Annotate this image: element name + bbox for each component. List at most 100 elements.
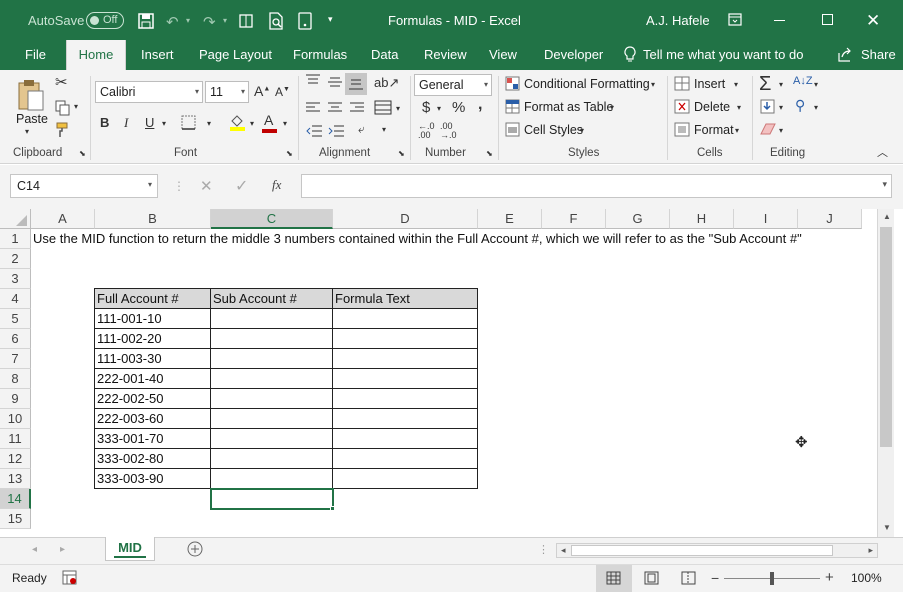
split-handle-icon[interactable]: ⋮ [538, 543, 549, 556]
chevron-down-icon[interactable]: ▾ [737, 104, 741, 112]
tab-view[interactable]: View [489, 40, 517, 70]
ribbon-display-icon[interactable] [728, 13, 742, 26]
format-painter-icon[interactable] [55, 122, 71, 138]
column-header-f[interactable]: F [542, 209, 606, 229]
fill-handle[interactable] [330, 506, 335, 511]
table-row-sub-account[interactable] [211, 329, 333, 349]
find-dropdown-icon[interactable]: ▾ [814, 104, 818, 112]
column-header-e[interactable]: E [478, 209, 542, 229]
row-header-3[interactable]: 3 [0, 269, 31, 289]
cut-icon[interactable]: ✂ [55, 75, 68, 90]
column-header-a[interactable]: A [31, 209, 95, 229]
next-sheet-icon[interactable]: ▸ [60, 544, 65, 555]
row-header-8[interactable]: 8 [0, 369, 31, 389]
table-row-full-account[interactable]: 222-001-40 [95, 369, 211, 389]
scroll-up-icon[interactable]: ▲ [883, 212, 891, 221]
align-center-icon[interactable] [328, 102, 342, 114]
selected-cell-c14[interactable] [210, 488, 334, 510]
share-icon[interactable] [837, 47, 853, 62]
table-row-formula-text[interactable] [333, 309, 478, 329]
undo-dropdown-icon[interactable]: ▾ [186, 16, 190, 25]
table-row-full-account[interactable]: 333-001-70 [95, 429, 211, 449]
format-cells-icon[interactable] [674, 122, 690, 137]
tab-page-layout[interactable]: Page Layout [199, 40, 272, 70]
table-row-formula-text[interactable] [333, 409, 478, 429]
fill-dropdown-icon[interactable]: ▾ [779, 104, 783, 112]
confirm-entry-icon[interactable]: ✓ [235, 176, 248, 196]
table-row-formula-text[interactable] [333, 369, 478, 389]
tab-file[interactable]: File [25, 40, 46, 70]
row-header-11[interactable]: 11 [0, 429, 31, 449]
chevron-down-icon[interactable]: ▾ [651, 81, 655, 89]
number-format-combo[interactable]: General ▾ [414, 74, 492, 96]
font-launcher-icon[interactable]: ⬊ [286, 150, 293, 158]
table-row-full-account[interactable]: 222-003-60 [95, 409, 211, 429]
table-row-full-account[interactable]: 222-002-50 [95, 389, 211, 409]
italic-button[interactable]: I [124, 116, 128, 129]
autosum-icon[interactable]: Σ [759, 74, 771, 94]
table-row-sub-account[interactable] [211, 429, 333, 449]
macro-record-icon[interactable] [62, 570, 77, 585]
table-row-sub-account[interactable] [211, 469, 333, 489]
table-row-sub-account[interactable] [211, 449, 333, 469]
horizontal-scroll-thumb[interactable] [571, 545, 833, 556]
table-row-formula-text[interactable] [333, 429, 478, 449]
chevron-down-icon[interactable]: ▾ [195, 82, 199, 102]
row-header-15[interactable]: 15 [0, 509, 31, 529]
table-row-full-account[interactable]: 111-003-30 [95, 349, 211, 369]
copy-dropdown-icon[interactable]: ▾ [74, 103, 78, 111]
align-left-icon[interactable] [306, 102, 320, 114]
row-header-5[interactable]: 5 [0, 309, 31, 329]
sort-dropdown-icon[interactable]: ▾ [814, 81, 818, 89]
chevron-down-icon[interactable]: ▾ [241, 82, 245, 102]
cell-styles-icon[interactable] [505, 122, 520, 137]
collapse-ribbon-icon[interactable]: ︿ [877, 148, 888, 159]
table-row-full-account[interactable]: 333-003-90 [95, 469, 211, 489]
table-row-full-account[interactable]: 111-002-20 [95, 329, 211, 349]
clear-dropdown-icon[interactable]: ▾ [779, 127, 783, 135]
table-header-sub-account[interactable]: Sub Account # [211, 289, 333, 309]
tell-me-search[interactable]: Tell me what you want to do [643, 40, 803, 70]
tab-review[interactable]: Review [424, 40, 467, 70]
table-header-formula-text[interactable]: Formula Text [333, 289, 478, 309]
conditional-formatting-button[interactable]: Conditional Formatting [524, 77, 650, 91]
middle-align-icon[interactable] [328, 76, 342, 88]
normal-view-icon[interactable] [606, 571, 621, 585]
format-as-table-button[interactable]: Format as Table [524, 100, 613, 114]
add-sheet-icon[interactable] [187, 541, 203, 557]
fill-color-dropdown-icon[interactable]: ▾ [250, 120, 254, 128]
delete-cells-icon[interactable] [674, 99, 690, 114]
column-header-j[interactable]: J [798, 209, 862, 229]
font-name-combo[interactable]: Calibri ▾ [95, 81, 203, 103]
format-as-table-icon[interactable] [505, 99, 520, 114]
insert-button[interactable]: Insert [694, 77, 725, 91]
horizontal-scrollbar[interactable]: ◂ ▸ [556, 543, 878, 558]
row-header-13[interactable]: 13 [0, 469, 31, 489]
autosave-toggle[interactable]: Off [86, 12, 124, 29]
table-row-formula-text[interactable] [333, 329, 478, 349]
underline-dropdown-icon[interactable]: ▾ [162, 120, 166, 128]
percent-button[interactable]: % [452, 100, 465, 115]
tab-data[interactable]: Data [371, 40, 398, 70]
copy-icon[interactable] [55, 100, 71, 116]
bold-button[interactable]: B [100, 116, 109, 129]
scroll-left-icon[interactable]: ◂ [561, 545, 566, 556]
touch-mode-icon[interactable] [297, 12, 313, 30]
column-header-h[interactable]: H [670, 209, 734, 229]
formula-input[interactable]: ▾ [301, 174, 892, 198]
decrease-font-icon[interactable]: A▼ [275, 86, 290, 98]
column-header-d[interactable]: D [333, 209, 478, 229]
font-size-combo[interactable]: 11 ▾ [205, 81, 249, 103]
merge-dropdown-icon[interactable]: ▾ [396, 105, 400, 113]
page-break-view-icon[interactable] [681, 571, 696, 585]
table-row-formula-text[interactable] [333, 469, 478, 489]
font-color-icon[interactable]: A [264, 113, 273, 127]
instruction-cell[interactable]: Use the MID function to return the middl… [31, 229, 876, 249]
merge-center-icon[interactable] [374, 100, 392, 115]
maximize-icon[interactable] [822, 14, 833, 25]
borders-dropdown-icon[interactable]: ▾ [207, 120, 211, 128]
number-launcher-icon[interactable]: ⬊ [486, 150, 493, 158]
decrease-decimal-icon[interactable]: .00 →.0 [440, 122, 457, 140]
redo-dropdown-icon[interactable]: ▾ [223, 16, 227, 25]
column-header-c[interactable]: C [211, 209, 333, 229]
